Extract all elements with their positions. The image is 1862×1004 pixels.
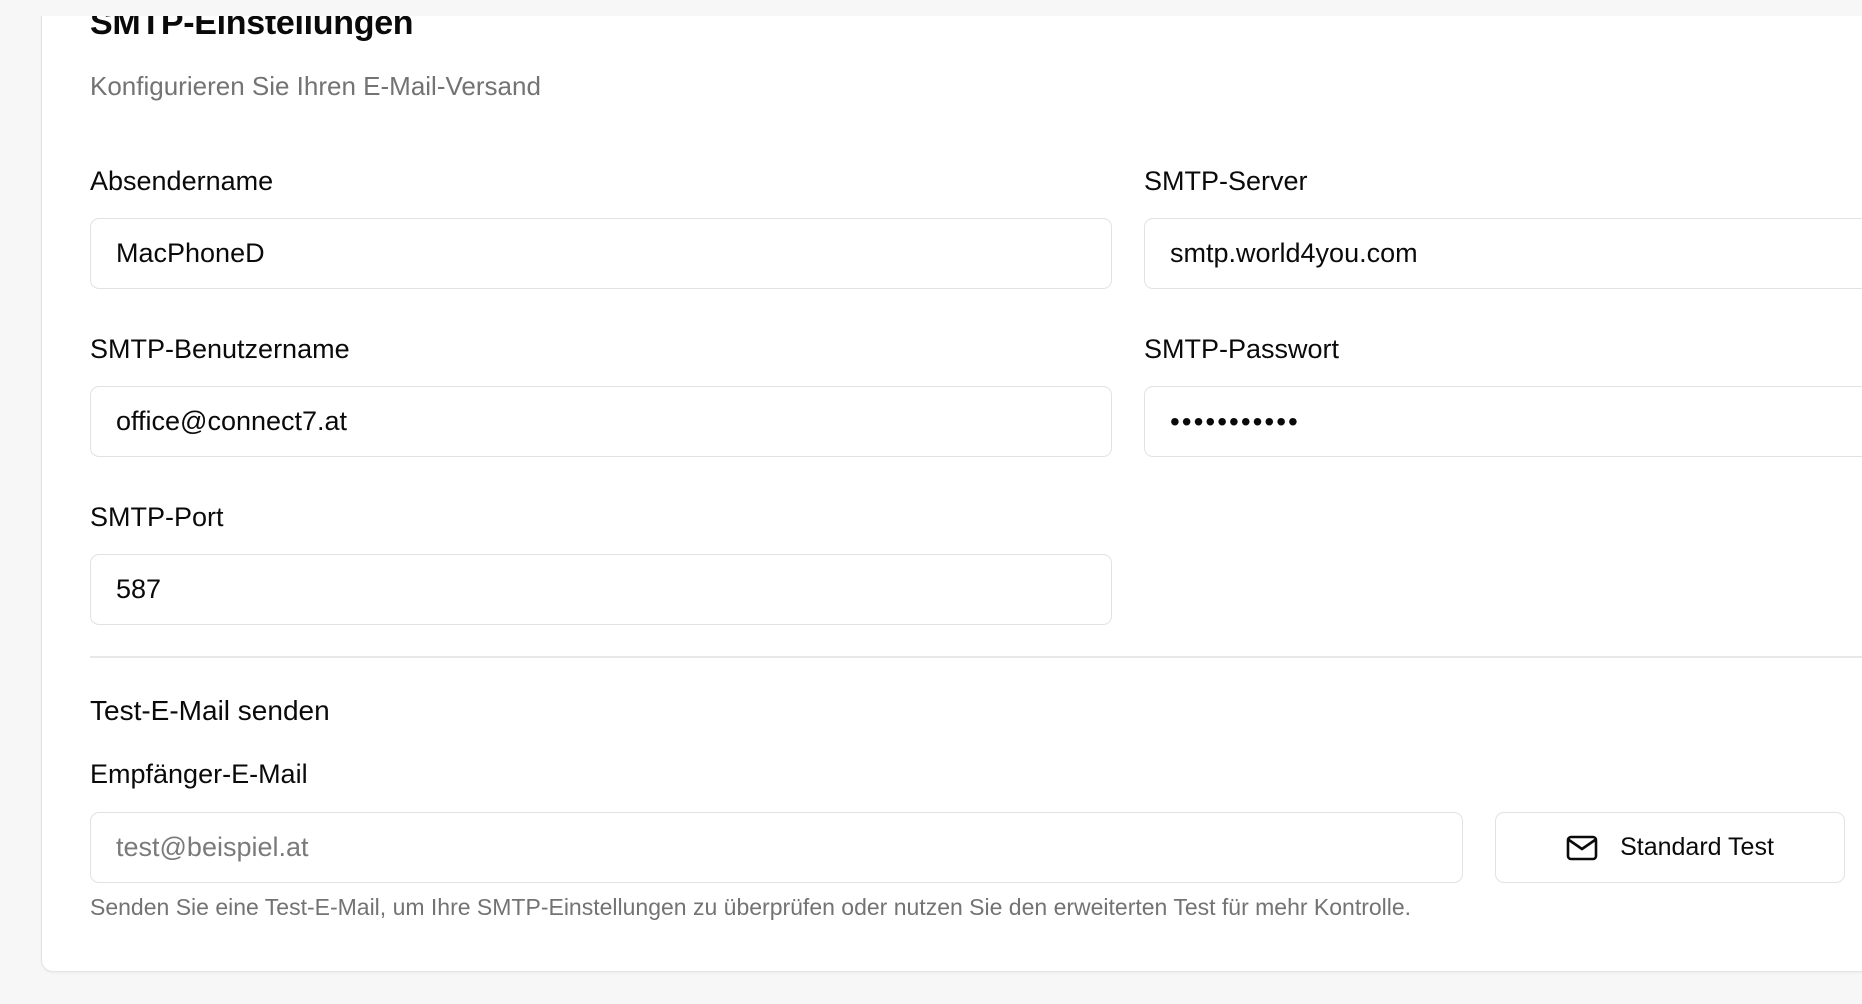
section-divider (90, 656, 1862, 658)
standard-test-label: Standard Test (1620, 833, 1774, 861)
test-email-helper-text: Senden Sie eine Test-E-Mail, um Ihre SMT… (90, 894, 1412, 920)
sender-name-label: Absendername (90, 166, 274, 196)
smtp-password-input[interactable] (1144, 386, 1862, 457)
test-email-title: Test-E-Mail senden (90, 695, 330, 726)
smtp-port-input[interactable] (90, 554, 1112, 625)
smtp-server-label: SMTP-Server (1144, 166, 1308, 196)
smtp-password-label: SMTP-Passwort (1144, 334, 1340, 364)
smtp-username-label: SMTP-Benutzername (90, 334, 350, 364)
mail-icon (1566, 835, 1598, 861)
sender-name-input[interactable] (90, 218, 1112, 289)
recipient-email-label: Empfänger-E-Mail (90, 759, 308, 789)
top-strip (0, 0, 1862, 16)
smtp-server-input[interactable] (1144, 218, 1862, 289)
section-subtitle: Konfigurieren Sie Ihren E-Mail-Versand (90, 71, 541, 101)
standard-test-button[interactable]: Standard Test (1495, 812, 1845, 883)
recipient-email-input[interactable] (90, 812, 1463, 883)
smtp-username-input[interactable] (90, 386, 1112, 457)
smtp-port-label: SMTP-Port (90, 502, 224, 532)
